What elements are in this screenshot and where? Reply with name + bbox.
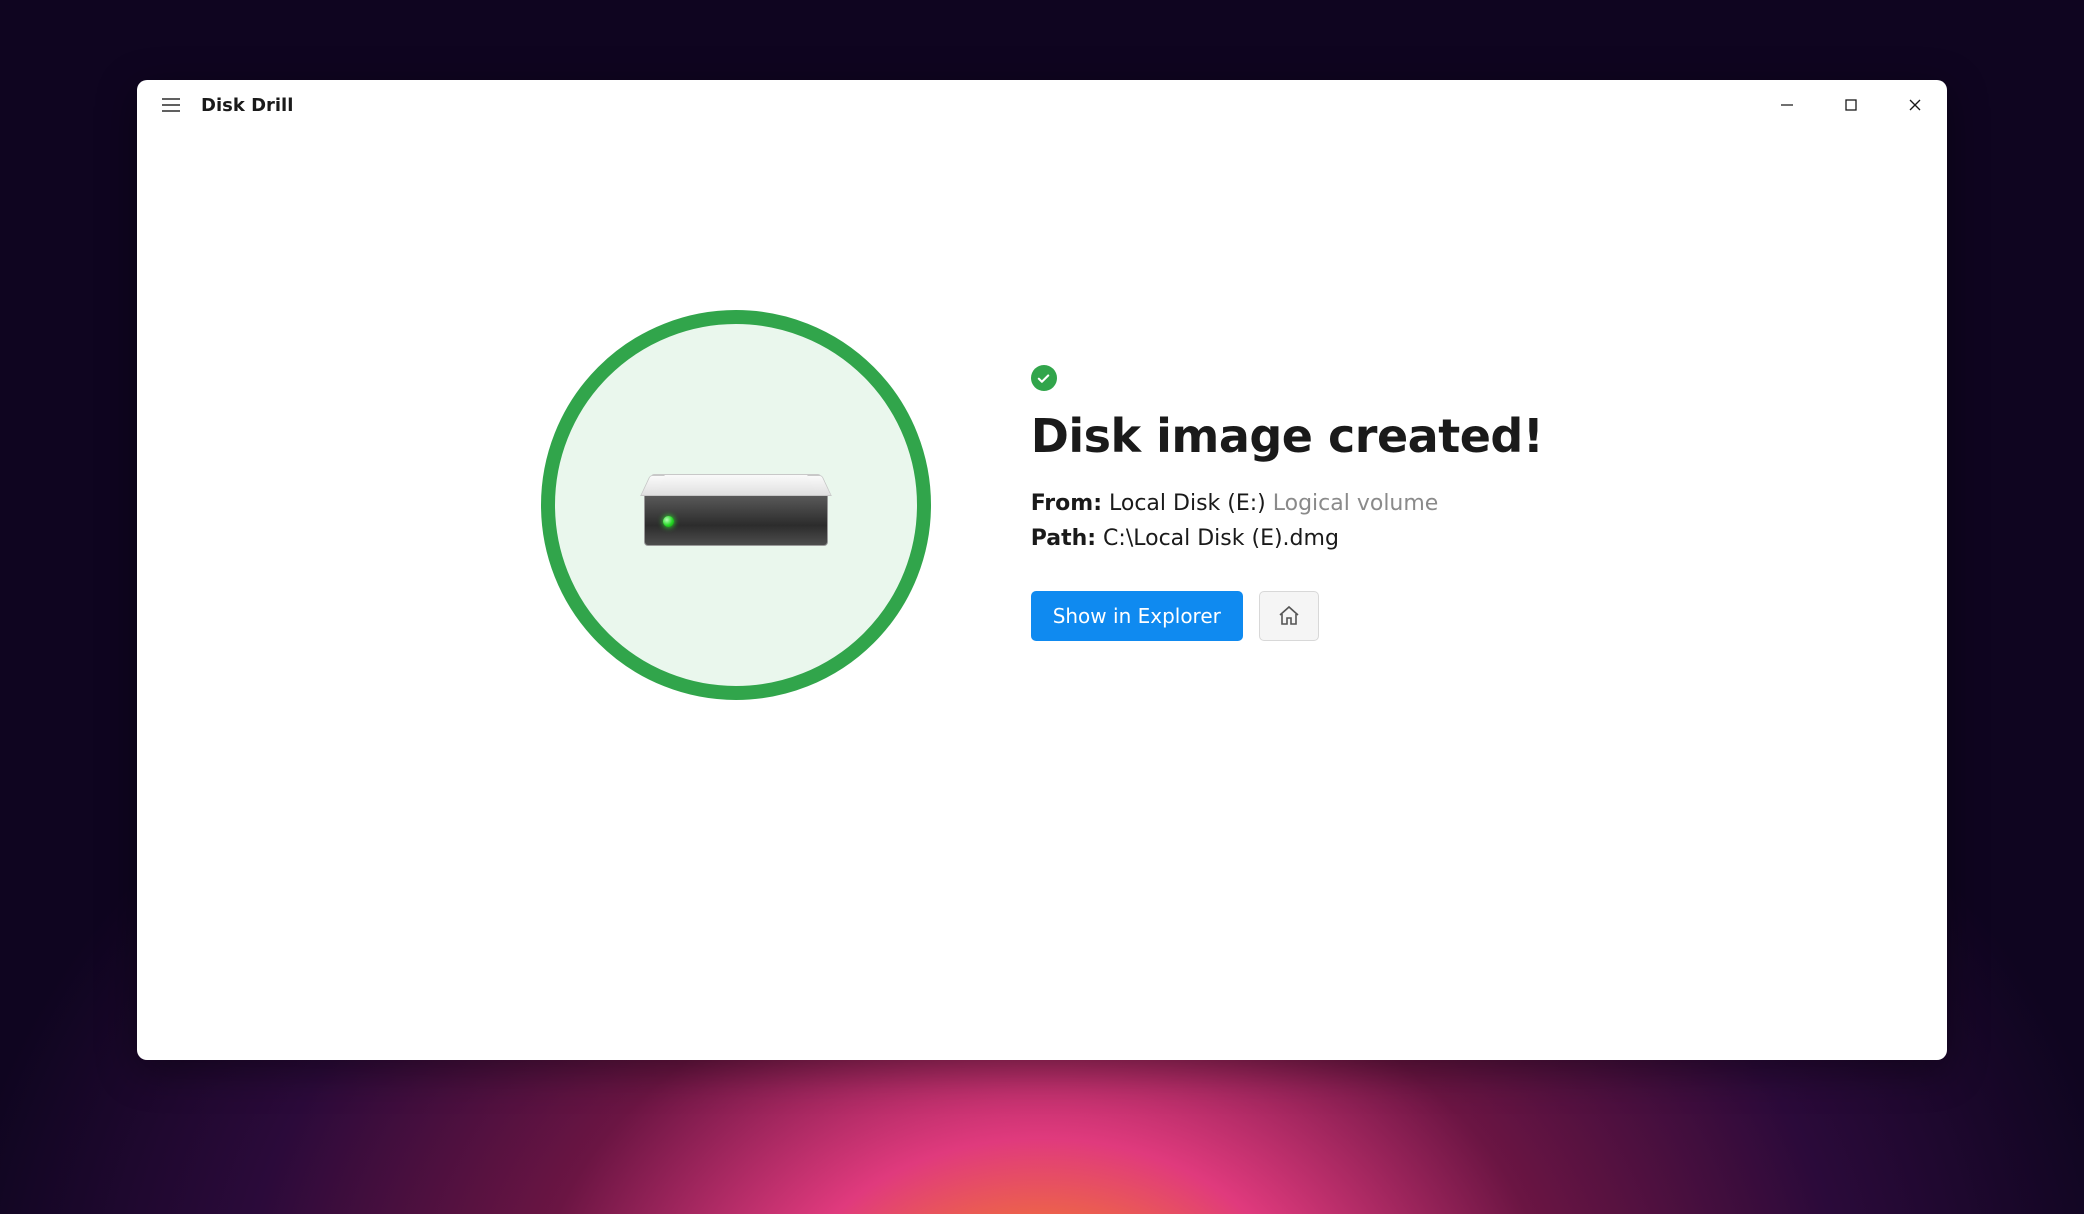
app-title: Disk Drill <box>201 95 293 116</box>
hamburger-icon <box>162 98 180 112</box>
content-area: Disk image created! From: Local Disk (E:… <box>137 130 1947 1060</box>
path-value: C:\Local Disk (E).dmg <box>1103 526 1339 551</box>
titlebar: Disk Drill <box>137 80 1947 130</box>
disk-drive-icon <box>651 474 821 536</box>
maximize-icon <box>1844 98 1858 112</box>
show-in-explorer-button[interactable]: Show in Explorer <box>1031 591 1243 641</box>
result-heading: Disk image created! <box>1031 409 1544 463</box>
app-window: Disk Drill <box>137 80 1947 1060</box>
hamburger-menu-button[interactable] <box>155 89 187 121</box>
path-label: Path: <box>1031 526 1096 551</box>
success-ring <box>541 310 931 700</box>
from-type: Logical volume <box>1273 491 1439 516</box>
minimize-button[interactable] <box>1755 80 1819 130</box>
minimize-icon <box>1780 98 1794 112</box>
from-label: From: <box>1031 491 1102 516</box>
success-check-icon <box>1031 365 1057 391</box>
maximize-button[interactable] <box>1819 80 1883 130</box>
home-button[interactable] <box>1259 591 1319 641</box>
result-details: Disk image created! From: Local Disk (E:… <box>1031 310 1544 641</box>
from-row: From: Local Disk (E:) Logical volume <box>1031 491 1544 516</box>
path-row: Path: C:\Local Disk (E).dmg <box>1031 526 1544 551</box>
close-icon <box>1908 98 1922 112</box>
action-buttons: Show in Explorer <box>1031 591 1544 641</box>
from-value: Local Disk (E:) <box>1109 491 1266 516</box>
close-button[interactable] <box>1883 80 1947 130</box>
window-controls <box>1755 80 1947 130</box>
result-illustration <box>541 310 931 700</box>
home-icon <box>1277 604 1301 628</box>
